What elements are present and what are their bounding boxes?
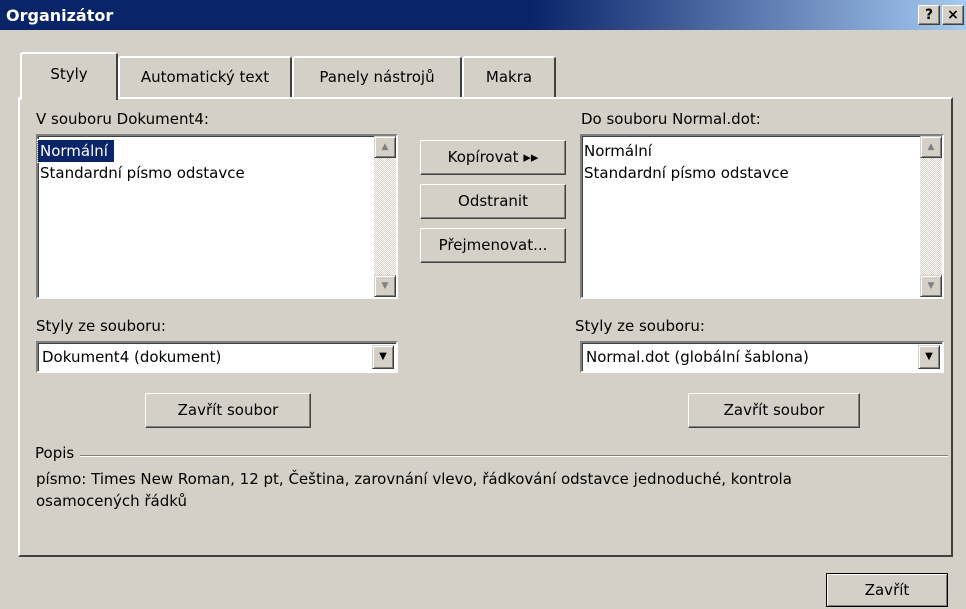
left-source-value: Dokument4 (dokument) — [42, 348, 222, 366]
window-title: Organizátor — [6, 5, 114, 25]
left-source-select[interactable]: Dokument4 (dokument) ▼ — [36, 341, 398, 373]
help-button[interactable]: ? — [918, 5, 940, 25]
title-bar: Organizátor ? × — [0, 0, 966, 30]
copy-button[interactable]: Kopírovat ▸▸ — [420, 140, 566, 175]
right-source-select[interactable]: Normal.dot (globální šablona) ▼ — [580, 341, 944, 373]
scroll-up-icon[interactable]: ▲ — [920, 136, 942, 158]
close-button[interactable]: Zavřít — [826, 573, 948, 607]
list-item[interactable]: Normální — [582, 140, 942, 162]
right-list-label: Do souboru Normal.dot: — [581, 110, 761, 128]
delete-button[interactable]: Odstranit — [420, 184, 566, 219]
description-text-line2: osamocených řádků — [36, 492, 187, 510]
tab-automaticky-text[interactable]: Automatický text — [118, 56, 292, 99]
rename-button[interactable]: Přejmenovat... — [420, 228, 566, 263]
scroll-up-icon[interactable]: ▲ — [374, 136, 396, 158]
scroll-down-icon[interactable]: ▼ — [374, 275, 396, 297]
right-style-list[interactable]: Normální Standardní písmo odstavce ▲ ▼ — [580, 134, 944, 299]
chevron-down-icon[interactable]: ▼ — [372, 345, 394, 369]
left-scrollbar[interactable]: ▲ ▼ — [374, 136, 396, 297]
tab-makra-label: Makra — [485, 68, 533, 86]
close-icon: × — [947, 7, 959, 23]
tab-styly-label: Styly — [50, 65, 88, 83]
description-label: Popis — [35, 444, 81, 462]
list-item[interactable]: Standardní písmo odstavce — [38, 162, 396, 184]
chevron-down-icon[interactable]: ▼ — [918, 345, 940, 369]
right-source-label: Styly ze souboru: — [575, 317, 705, 335]
left-style-list[interactable]: Normální Standardní písmo odstavce ▲ ▼ — [36, 134, 398, 299]
right-scrollbar[interactable]: ▲ ▼ — [920, 136, 942, 297]
close-window-button[interactable]: × — [942, 5, 964, 25]
description-divider — [36, 455, 948, 457]
tab-panely-nastroju-label: Panely nástrojů — [319, 68, 435, 86]
right-source-value: Normal.dot (globální šablona) — [586, 348, 809, 366]
left-source-label: Styly ze souboru: — [36, 317, 166, 335]
description-text-line1: písmo: Times New Roman, 12 pt, Čeština, … — [36, 470, 792, 488]
tab-styly[interactable]: Styly — [20, 52, 118, 100]
list-item[interactable]: Normální — [37, 139, 115, 163]
tab-makra[interactable]: Makra — [462, 56, 556, 99]
list-item[interactable]: Standardní písmo odstavce — [582, 162, 942, 184]
tab-panely-nastroju[interactable]: Panely nástrojů — [292, 56, 462, 99]
left-close-file-button[interactable]: Zavřít soubor — [145, 393, 311, 428]
right-close-file-button[interactable]: Zavřít soubor — [688, 393, 860, 428]
left-list-label: V souboru Dokument4: — [36, 110, 209, 128]
scroll-down-icon[interactable]: ▼ — [920, 275, 942, 297]
tab-automaticky-text-label: Automatický text — [140, 68, 270, 86]
